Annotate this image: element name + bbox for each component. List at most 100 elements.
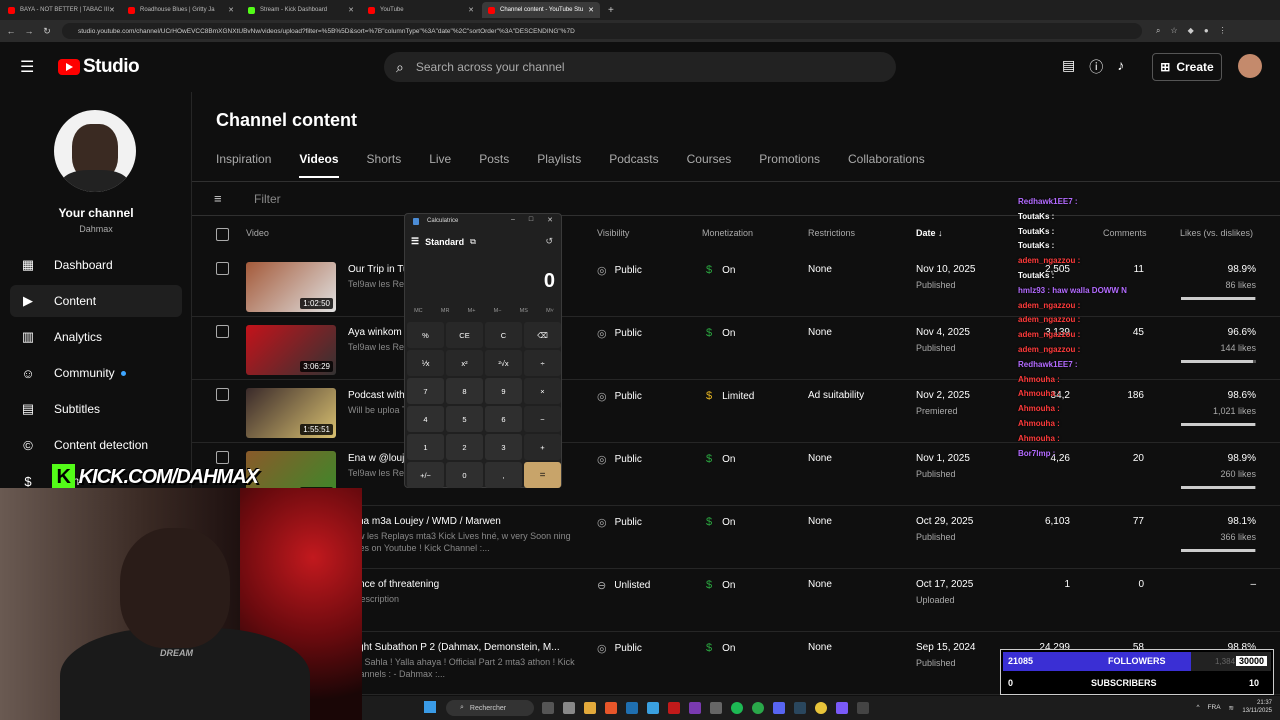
taskbar-app-icon[interactable] [542, 702, 554, 714]
monetization-cell[interactable]: $ On [706, 579, 735, 591]
browser-tab[interactable]: Stream - Kick Dashboard ✕ [242, 2, 360, 18]
row-checkbox[interactable] [216, 388, 229, 401]
memory-key[interactable]: MC [414, 308, 423, 314]
browser-tab[interactable]: Roadhouse Blues | Gritty Ja ✕ [122, 2, 240, 18]
close-icon[interactable]: ✕ [547, 216, 553, 224]
calc-key[interactable]: % [407, 322, 444, 348]
new-tab-icon[interactable]: + [608, 5, 614, 16]
channel-avatar[interactable] [54, 110, 136, 192]
tab-close-icon[interactable]: ✕ [588, 6, 594, 14]
column-likes[interactable]: Likes (vs. dislikes) [1180, 228, 1253, 238]
tab-podcasts[interactable]: Podcasts [609, 152, 658, 178]
spotify-icon[interactable] [731, 702, 743, 714]
column-date[interactable]: Date ↓ [916, 228, 943, 238]
bookmark-star-icon[interactable]: ☆ [1170, 26, 1177, 36]
wifi-icon[interactable]: ≋ [1229, 704, 1234, 712]
sidebar-item-subtitles[interactable]: ▤ Subtitles [10, 393, 182, 425]
calculator-window[interactable]: Calculatrice – □ ✕ ☰ Standard ⧉ ↺ 0 MC MR… [404, 213, 562, 488]
memory-key[interactable]: M+ [468, 308, 476, 314]
studio-logo[interactable]: Studio [58, 56, 140, 78]
monetization-cell[interactable]: $ On [706, 264, 735, 276]
calc-key[interactable]: +/− [407, 462, 444, 488]
calc-key[interactable]: CE [446, 322, 483, 348]
memory-key[interactable]: M˅ [546, 308, 554, 314]
back-icon[interactable]: ← [4, 26, 18, 36]
tab-close-icon[interactable]: ✕ [348, 6, 354, 14]
tab-courses[interactable]: Courses [687, 152, 732, 178]
calc-key[interactable]: x² [446, 350, 483, 376]
tab-live[interactable]: Live [429, 152, 451, 178]
clock[interactable]: 21:37 13/11/2025 [1242, 699, 1272, 715]
video-title[interactable]: Our Trip in Tu [348, 264, 409, 275]
keep-on-top-icon[interactable]: ⧉ [470, 237, 476, 247]
taskbar-app-icon[interactable] [563, 702, 575, 714]
video-thumbnail[interactable]: 3:06:29 [246, 325, 336, 375]
taskbar-app-icon[interactable] [773, 702, 785, 714]
monetization-cell[interactable]: $ Limited [706, 390, 754, 402]
calc-key[interactable]: ⌫ [524, 322, 561, 348]
chrome-icon[interactable] [815, 702, 827, 714]
calc-key[interactable]: 1 [407, 434, 444, 460]
row-checkbox[interactable] [216, 325, 229, 338]
sidebar-item-content[interactable]: ▶ Content [10, 285, 182, 317]
visibility-cell[interactable]: ◎ Public [597, 516, 642, 529]
sidebar-item-content-detection[interactable]: © Content detection [10, 429, 182, 461]
video-thumbnail[interactable]: 1:02:50 [246, 262, 336, 312]
column-restrictions[interactable]: Restrictions [808, 228, 855, 238]
visibility-cell[interactable]: ◎ Public [597, 327, 642, 340]
taskbar-app-icon[interactable] [689, 702, 701, 714]
taskbar-search[interactable]: ⌕ Rechercher [446, 700, 534, 716]
calc-key[interactable]: 7 [407, 378, 444, 404]
calc-key[interactable]: 6 [485, 406, 522, 432]
tab-collaborations[interactable]: Collaborations [848, 152, 925, 178]
windows-start-icon[interactable] [424, 701, 436, 713]
video-title[interactable]: kcha m3a Loujey / WMD / Marwen [348, 516, 501, 527]
monetization-cell[interactable]: $ On [706, 453, 735, 465]
extension-icon[interactable]: ◆ [1188, 26, 1194, 36]
calc-key[interactable]: 3 [485, 434, 522, 460]
visibility-cell[interactable]: ◎ Public [597, 264, 642, 277]
calc-key[interactable]: 5 [446, 406, 483, 432]
sidebar-item-community[interactable]: ☺ Community [10, 357, 182, 389]
taskbar-app-icon[interactable] [647, 702, 659, 714]
monetization-cell[interactable]: $ On [706, 642, 735, 654]
filter-input[interactable]: Filter [254, 192, 281, 206]
taskbar-app-icon[interactable] [836, 702, 848, 714]
language-indicator[interactable]: FRA [1208, 704, 1221, 712]
tab-close-icon[interactable]: ✕ [228, 6, 234, 14]
column-monetization[interactable]: Monetization [702, 228, 753, 238]
video-title[interactable]: Ena w @louj [348, 453, 404, 464]
profile-icon[interactable]: ● [1204, 26, 1209, 36]
taskbar-app-icon[interactable] [626, 702, 638, 714]
sidebar-item-analytics[interactable]: ▥ Analytics [10, 321, 182, 353]
calc-key[interactable]: − [524, 406, 561, 432]
video-title[interactable]: Podcast with [348, 390, 405, 401]
visibility-cell[interactable]: ◎ Public [597, 390, 642, 403]
reload-icon[interactable]: ↻ [40, 26, 54, 37]
tab-posts[interactable]: Posts [479, 152, 509, 178]
tab-promotions[interactable]: Promotions [759, 152, 820, 178]
calc-key[interactable]: C [485, 322, 522, 348]
monetization-cell[interactable]: $ On [706, 327, 735, 339]
select-all-checkbox[interactable] [216, 228, 229, 241]
taskbar-app-icon[interactable] [584, 702, 596, 714]
forward-icon[interactable]: → [22, 26, 36, 36]
account-avatar[interactable] [1238, 54, 1262, 78]
calc-key[interactable]: + [524, 434, 561, 460]
tab-close-icon[interactable]: ✕ [109, 6, 115, 14]
memory-key[interactable]: MS [520, 308, 528, 314]
notifications-bell-icon[interactable]: ♪ [1117, 57, 1124, 77]
calc-key[interactable]: , [485, 462, 522, 488]
tab-videos[interactable]: Videos [299, 152, 339, 178]
memory-key[interactable]: MR [441, 308, 450, 314]
calc-key[interactable]: ²√x [485, 350, 522, 376]
browser-tab[interactable]: YouTube ✕ [362, 2, 480, 18]
hamburger-menu-icon[interactable]: ☰ [20, 57, 36, 77]
video-thumbnail[interactable]: 1:55:51 [246, 388, 336, 438]
calc-key[interactable]: 2 [446, 434, 483, 460]
visibility-cell[interactable]: ⊖ Unlisted [597, 579, 650, 592]
monetization-cell[interactable]: $ On [706, 516, 735, 528]
zoom-icon[interactable]: ⌕ [1156, 26, 1160, 36]
taskbar-app-icon[interactable] [710, 702, 722, 714]
tray-chevron-icon[interactable]: ^ [1196, 704, 1199, 712]
